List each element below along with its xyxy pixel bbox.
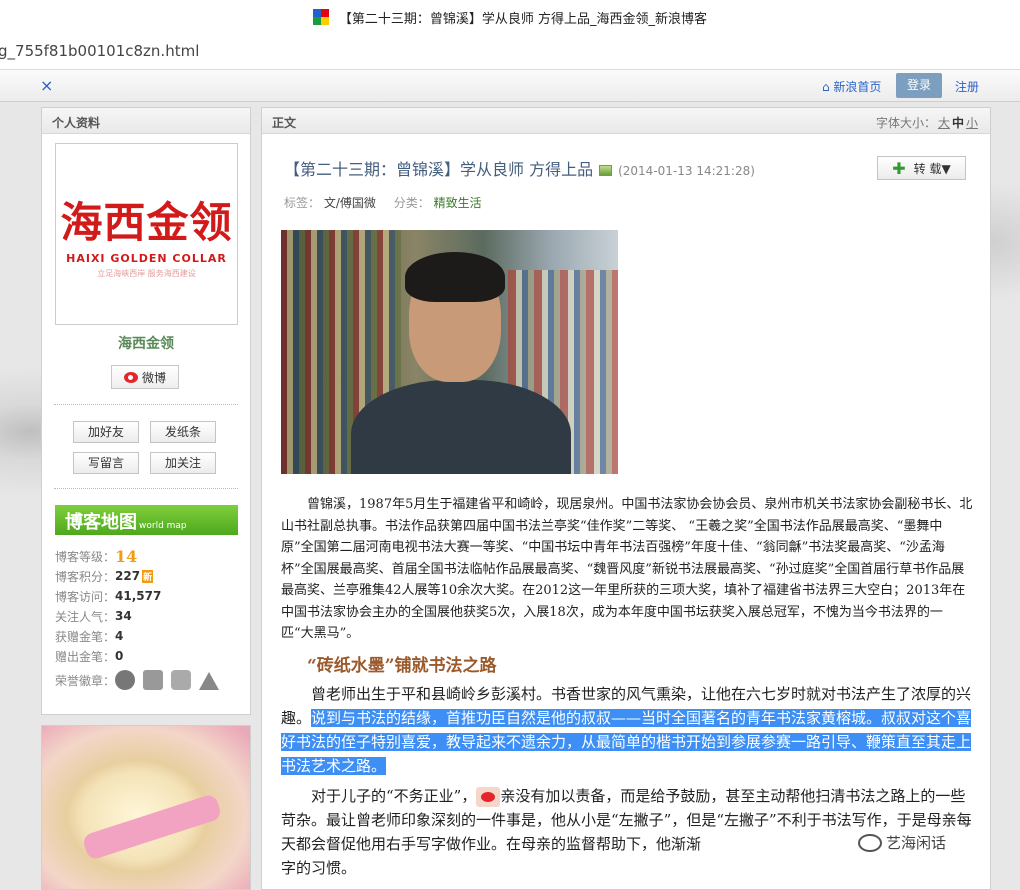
sina-logo-icon	[312, 9, 329, 25]
tag-link[interactable]: 文/傅国微	[324, 196, 376, 210]
font-size-small[interactable]: 小	[966, 116, 978, 130]
new-badge: 新	[142, 569, 154, 583]
font-size-large[interactable]: 大	[938, 116, 950, 130]
divider	[54, 404, 238, 405]
lock-badge-icon[interactable]	[171, 670, 191, 690]
avatar[interactable]: 海西金领 HAIXI GOLDEN COLLAR 立足海峡西岸 服务海西建设	[55, 143, 238, 325]
address-bar[interactable]: g_755f81b00101c8zn.html	[0, 34, 1020, 70]
close-icon[interactable]: ×	[40, 76, 53, 95]
stat-pens-given: 赠出金笔： 0	[55, 649, 124, 664]
divider	[54, 488, 238, 489]
register-link[interactable]: 注册	[955, 78, 979, 95]
avatar-tagline: 立足海峡西岸 服务海西建设	[97, 269, 196, 278]
watermark-text: 艺海闲话	[886, 834, 947, 852]
stat-points: 博客积分： 227 新	[55, 569, 154, 584]
font-size-medium[interactable]: 中	[952, 116, 964, 130]
tags-label: 标签：	[284, 196, 321, 210]
post-date: (2014-01-13 14:21:28)	[618, 164, 755, 178]
blog-name-link[interactable]: 海西金领	[42, 333, 250, 353]
wechat-icon	[858, 833, 882, 852]
stat-badges: 荣誉徽章：	[55, 666, 245, 694]
weibo-label: 微博	[141, 370, 166, 385]
weibo-share-icon[interactable]	[476, 786, 501, 807]
profile-header: 个人资料	[42, 108, 250, 134]
article-panel: 正文 字体大小：大中小 【第二十三期：曾锦溪】学从良师 方得上品 (2014-01…	[261, 107, 991, 890]
avatar-text: 海西金领	[60, 198, 233, 247]
article-header: 正文 字体大小：大中小	[262, 108, 990, 134]
repost-button[interactable]: ✚ 转 载▼	[877, 156, 966, 180]
stat-popularity: 关注人气： 34	[55, 609, 132, 624]
camera-badge-icon[interactable]	[143, 670, 163, 690]
window-titlebar: 【第二十三期：曾锦溪】学从良师 方得上品_海西金领_新浪博客	[0, 0, 1020, 34]
stat-visits: 博客访问： 41,577	[55, 589, 162, 604]
blog-map-banner[interactable]: 博客地图 world map	[55, 505, 238, 535]
section-heading: “砖纸水墨”铺就书法之路	[307, 655, 497, 676]
sina-home-link[interactable]: ⌂ 新浪首页	[822, 78, 881, 95]
sina-top-nav: × ⌂ 新浪首页 登录 注册	[0, 70, 1020, 102]
category-label: 分类：	[393, 196, 430, 210]
person-body	[351, 380, 571, 474]
post-meta: 标签： 文/傅国微 分类： 精致生活	[284, 194, 496, 211]
portrait-photo	[281, 230, 618, 474]
window-title: 【第二十三期：曾锦溪】学从良师 方得上品_海西金领_新浪博客	[338, 11, 708, 27]
avatar-subtext: HAIXI GOLDEN COLLAR	[66, 252, 227, 265]
weibo-button[interactable]: 微博	[111, 365, 179, 389]
blog-map-title: 博客地图	[65, 512, 137, 533]
paragraph-2: 曾老师出生于平和县崎岭乡彭溪村。书香世家的风气熏染，让他在六七岁时就对书法产生了…	[281, 684, 972, 775]
article-body: 曾锦溪，1987年5月生于福建省平和崎岭，现居泉州。中国书法家协会协会员、泉州市…	[281, 494, 974, 880]
question-badge-icon[interactable]	[115, 670, 135, 690]
url-text[interactable]: g_755f81b00101c8zn.html	[0, 42, 199, 60]
add-friend-button[interactable]: 加好友	[73, 421, 139, 443]
plus-icon: ✚	[892, 158, 906, 178]
selected-text: 说到与书法的结缘，首推功臣自然是他的叔叔——当时全国著名的青年书法家黄榕城。叔叔…	[281, 708, 972, 775]
watermark: 艺海闲话	[858, 832, 946, 853]
profile-panel: 个人资料 海西金领 HAIXI GOLDEN COLLAR 立足海峡西岸 服务海…	[41, 107, 251, 715]
font-size-label: 字体大小：	[875, 116, 936, 130]
blog-stats: 博客等级： 14 博客积分： 227 新 博客访问： 41,577 关注人气： 34 获赠…	[55, 546, 245, 694]
leave-message-button[interactable]: 写留言	[73, 452, 139, 474]
weibo-icon	[123, 371, 138, 383]
category-link[interactable]: 精致生活	[434, 196, 482, 210]
intro-paragraph: 曾锦溪，1987年5月生于福建省平和崎岭，现居泉州。中国书法家协会协会员、泉州市…	[281, 497, 973, 641]
post-title: 【第二十三期：曾锦溪】学从良师 方得上品 (2014-01-13 14:21:28…	[284, 156, 755, 180]
pen-badge-icon[interactable]	[199, 670, 219, 690]
stat-level: 博客等级： 14	[55, 546, 138, 566]
font-size-control: 字体大小：大中小	[876, 114, 980, 131]
login-button[interactable]: 登录	[896, 73, 942, 98]
repost-label: 转 载▼	[913, 161, 951, 176]
send-note-button[interactable]: 发纸条	[150, 421, 216, 443]
image-icon	[599, 165, 613, 176]
stat-pens-received: 获赠金笔： 4	[55, 629, 124, 644]
post-title-text: 【第二十三期：曾锦溪】学从良师 方得上品	[284, 160, 594, 179]
article-header-label: 正文	[272, 116, 297, 130]
person-hair	[405, 252, 505, 302]
ad-image[interactable]	[41, 725, 251, 890]
blog-map-subtitle: world map	[139, 521, 187, 531]
follow-button[interactable]: 加关注	[150, 452, 216, 474]
